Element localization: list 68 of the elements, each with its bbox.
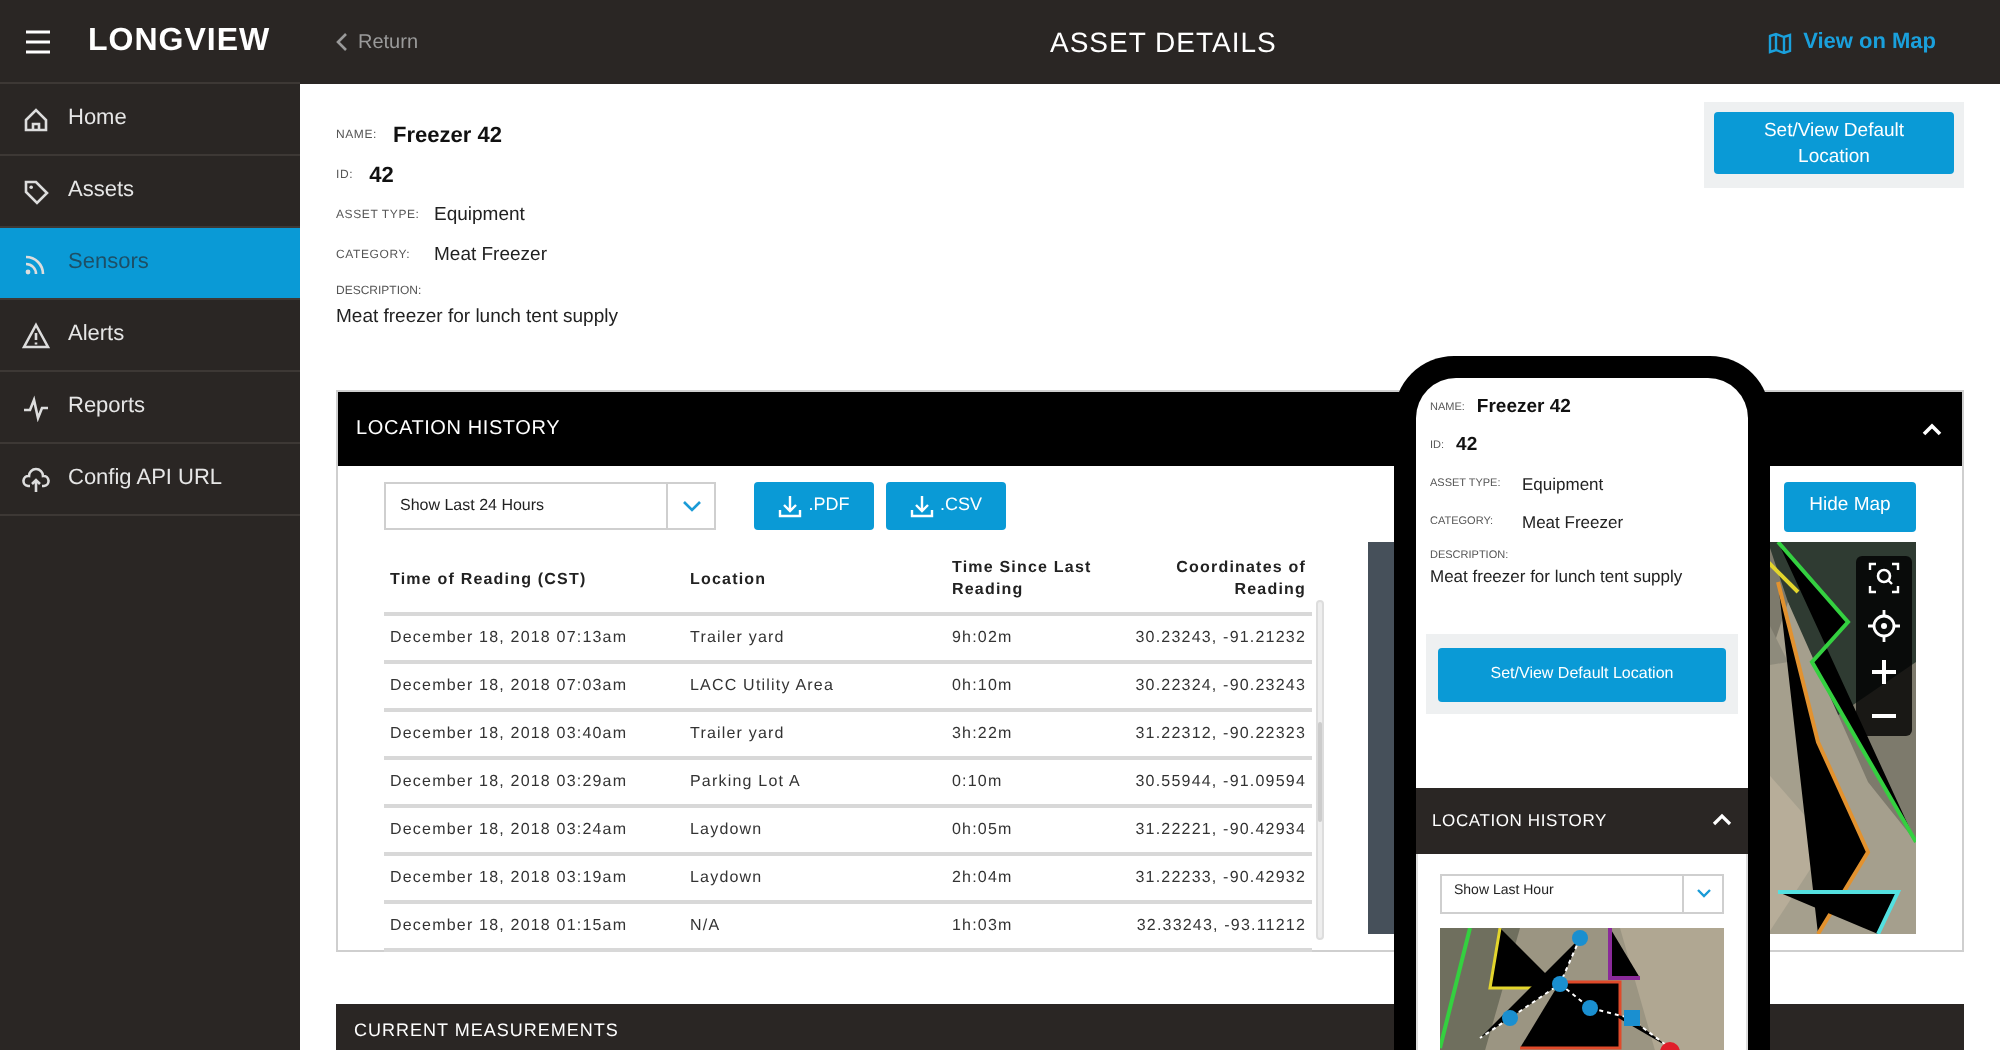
field-value: Meat Freezer	[434, 241, 547, 270]
column-header: Time of Reading (CST)	[384, 544, 684, 614]
table-cell: N/A	[684, 902, 946, 950]
table-cell: December 18, 2018 07:13am	[384, 614, 684, 662]
sidebar-item[interactable]: Alerts	[0, 300, 300, 372]
column-header: Location	[684, 544, 946, 614]
table-cell: Parking Lot A	[684, 758, 946, 806]
description-text: Meat freezer for lunch tent supply	[336, 304, 618, 332]
table-cell: 3h:22m	[946, 710, 1100, 758]
sidebar-item[interactable]: Sensors	[0, 228, 300, 300]
field-value: Freezer 42	[1476, 394, 1571, 423]
section-title: CURRENT MEASUREMENTS	[354, 1018, 619, 1044]
table-cell: 30.55944, -91.09594	[1100, 758, 1312, 806]
table-cell: 31.22233, -90.42932	[1100, 854, 1312, 902]
table-cell: Trailer yard	[684, 710, 946, 758]
field-value: Meat Freezer	[1522, 510, 1624, 536]
field-value: Freezer 42	[393, 121, 502, 152]
table-cell: 1h:03m	[946, 902, 1100, 950]
table-cell: 0h:05m	[946, 806, 1100, 854]
dropdown-chevron-icon	[681, 500, 701, 512]
return-link[interactable]: Return	[336, 27, 419, 57]
table-cell: December 18, 2018 03:24am	[384, 806, 684, 854]
table-cell: 31.22221, -90.42934	[1100, 806, 1312, 854]
download-icon	[778, 494, 803, 518]
table-cell: Laydown	[684, 806, 946, 854]
download-icon	[909, 494, 934, 518]
field-value: Equipment	[434, 201, 525, 230]
set-default-location-button[interactable]: Set/View Default Location	[1714, 112, 1954, 174]
back-chevron-icon	[336, 32, 348, 52]
home-icon	[22, 105, 50, 133]
field-value: 42	[1456, 432, 1478, 461]
export-button[interactable]: .CSV	[886, 482, 1006, 530]
filter-dropdown[interactable]: Show Last 24 Hours	[384, 482, 716, 530]
map-icon	[1767, 31, 1792, 53]
section-title: LOCATION HISTORY	[356, 416, 561, 444]
table-cell: December 18, 2018 03:40am	[384, 710, 684, 758]
table-cell: December 18, 2018 07:03am	[384, 662, 684, 710]
sidebar-item[interactable]: Home	[0, 84, 300, 156]
tag-icon	[22, 177, 50, 205]
cloud-upload-icon	[22, 465, 50, 493]
export-button[interactable]: .PDF	[754, 482, 874, 530]
table-cell: LACC Utility Area	[684, 662, 946, 710]
menu-icon	[24, 29, 52, 53]
field-value: Equipment	[1522, 472, 1604, 498]
table-cell: Trailer yard	[684, 614, 946, 662]
table-cell: 32.33243, -93.11212	[1100, 902, 1312, 950]
page-title: ASSET DETAILS	[1050, 23, 1277, 61]
table-cell: 0h:10m	[946, 662, 1100, 710]
warning-icon	[22, 321, 50, 349]
table-cell: 9h:02m	[946, 614, 1100, 662]
table-cell: 30.23243, -91.21232	[1100, 614, 1312, 662]
table-cell: 2h:04m	[946, 854, 1100, 902]
table-cell: December 18, 2018 01:15am	[384, 902, 684, 950]
table-cell: December 18, 2018 03:29am	[384, 758, 684, 806]
field-value: 42	[369, 161, 394, 192]
app-logo: LONGVIEW	[88, 21, 271, 61]
table-cell: 30.22324, -90.23243	[1100, 662, 1312, 710]
view-on-map-link[interactable]: View on Map	[1767, 25, 1936, 59]
sidebar-item[interactable]: Config API URL	[0, 444, 300, 516]
table-cell: 31.22312, -90.22323	[1100, 710, 1312, 758]
sidebar-item[interactable]: Reports	[0, 372, 300, 444]
hide-map-button[interactable]: Hide Map	[1784, 482, 1916, 532]
column-header: Time Since Last Reading	[946, 544, 1100, 614]
table-cell: Laydown	[684, 854, 946, 902]
table-cell: December 18, 2018 03:19am	[384, 854, 684, 902]
column-header: Coordinates of Reading	[1100, 544, 1312, 614]
pulse-icon	[22, 393, 50, 421]
table-cell: 0:10m	[946, 758, 1100, 806]
